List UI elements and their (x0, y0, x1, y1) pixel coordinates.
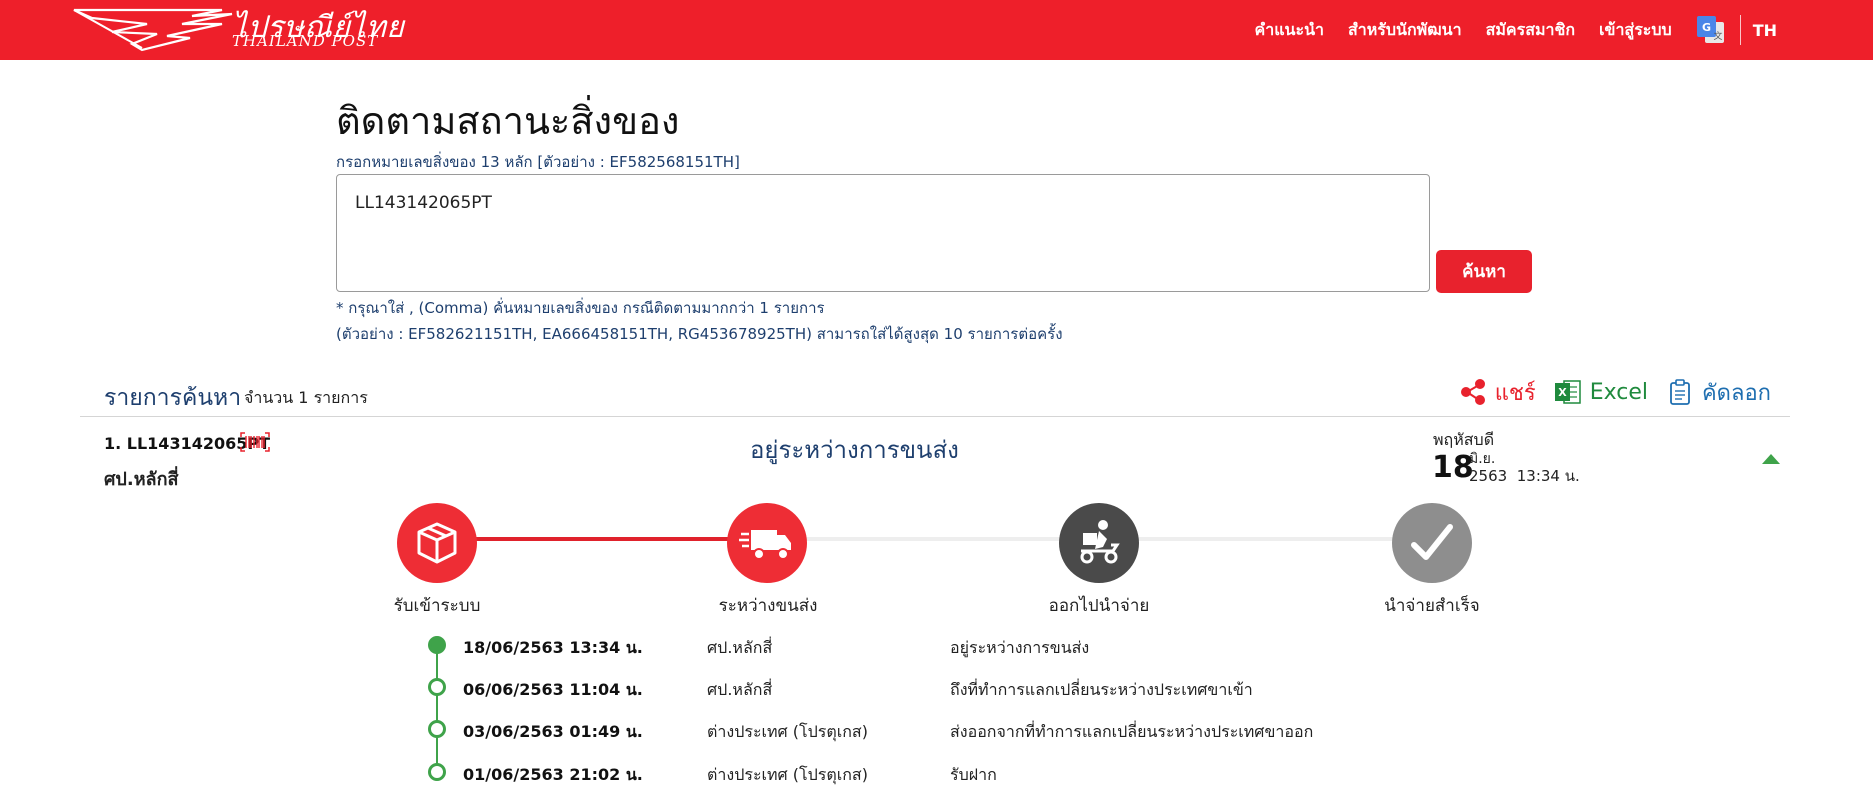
step-label-in-transit: ระหว่างขนส่ง (718, 596, 818, 616)
nav-developers[interactable]: สำหรับนักพัฒนา (1348, 18, 1462, 43)
item-office: ศป.หลักสี่ (104, 469, 179, 490)
copy-label: คัดลอก (1701, 380, 1771, 406)
checkmark-icon (1411, 524, 1453, 560)
event-place: ศป.หลักสี่ (707, 680, 773, 699)
svg-text:文: 文 (1713, 30, 1722, 42)
nav-login[interactable]: เข้าสู่ระบบ (1599, 18, 1672, 43)
share-icon (1460, 379, 1485, 405)
event-place: ศป.หลักสี่ (707, 638, 773, 657)
results-divider (80, 416, 1790, 417)
status-year: 2563 (1469, 467, 1508, 485)
package-icon (417, 522, 457, 564)
timeline-dot (428, 763, 446, 781)
results-title: รายการค้นหา (104, 385, 242, 411)
tracking-hint: กรอกหมายเลขสิ่งของ 13 หลัก [ตัวอย่าง : E… (336, 153, 740, 171)
top-navbar: ไปรษณีย์ไทย THAILAND POST คำแนะนำ สำหรับ… (0, 0, 1873, 60)
status-day: 18 (1432, 450, 1474, 485)
tracking-number-input[interactable] (336, 174, 1430, 292)
main-nav: คำแนะนำ สำหรับนักพัฒนา สมัครสมาชิก เข้าส… (1231, 0, 1777, 60)
event-datetime: 01/06/2563 21:02 น. (463, 765, 643, 784)
step-delivered (1392, 503, 1472, 583)
timeline-row: 01/06/2563 21:02 น. ต่างประเทศ (โปรตุเกส… (0, 763, 1873, 787)
excel-button[interactable]: X Excel (1554, 378, 1648, 406)
step-in-transit (727, 503, 807, 583)
search-button[interactable]: ค้นหา (1436, 250, 1532, 293)
timeline-row: 06/06/2563 11:04 น. ศป.หลักสี่ ถึงที่ทำก… (0, 678, 1873, 702)
google-translate-icon[interactable]: G 文 (1696, 15, 1726, 45)
clipboard-icon (1670, 379, 1690, 405)
language-switch[interactable]: TH (1753, 21, 1777, 40)
nav-separator (1739, 15, 1741, 45)
step-received (397, 503, 477, 583)
result-actions: แชร์ X Excel คัดลอก (1441, 374, 1771, 410)
results-count: จำนวน 1 รายการ (244, 388, 368, 407)
timeline-line (436, 645, 438, 773)
status-time: 13:34 น. (1516, 467, 1580, 485)
event-place: ต่างประเทศ (โปรตุเกส) (707, 765, 868, 784)
nav-register[interactable]: สมัครสมาชิก (1486, 18, 1575, 43)
timeline-dot (428, 720, 446, 738)
excel-label: Excel (1589, 379, 1648, 405)
event-description: อยู่ระหว่างการขนส่ง (950, 638, 1090, 657)
share-button[interactable]: แชร์ (1459, 375, 1536, 410)
collapse-triangle-icon[interactable] (1760, 452, 1782, 466)
step-label-delivered: นำจ่ายสำเร็จ (1384, 596, 1480, 616)
event-description: รับฝาก (950, 765, 997, 784)
share-label: แชร์ (1494, 380, 1536, 406)
event-datetime: 18/06/2563 13:34 น. (463, 638, 643, 657)
page-title: ติดตามสถานะสิ่งของ (336, 99, 680, 143)
timeline-dot (428, 678, 446, 696)
logo-text-english: THAILAND POST (232, 32, 379, 50)
event-place: ต่างประเทศ (โปรตุเกส) (707, 722, 868, 741)
event-description: ถึงที่ทำการแลกเปลี่ยนระหว่างประเทศขาเข้า (950, 680, 1253, 699)
delivery-scooter-icon (1080, 520, 1120, 564)
event-datetime: 03/06/2563 01:49 น. (463, 722, 643, 741)
delivery-truck-icon (739, 530, 791, 560)
step-label-out-for-delivery: ออกไปนำจ่าย (1048, 596, 1150, 616)
comma-note: * กรุณาใส่ , (Comma) คั่นหมายเลขสิ่งของ … (336, 299, 825, 317)
status-year-time: 2563 13:34 น. (1469, 464, 1580, 488)
barcode-icon[interactable] (240, 432, 270, 452)
item-status: อยู่ระหว่างการขนส่ง (750, 436, 959, 464)
copy-button[interactable]: คัดลอก (1666, 375, 1771, 410)
timeline-row: 18/06/2563 13:34 น. ศป.หลักสี่ อยู่ระหว่… (0, 636, 1873, 660)
timeline-dot-current (428, 636, 446, 654)
event-description: ส่งออกจากที่ทำการแลกเปลี่ยนระหว่างประเทศ… (950, 722, 1314, 741)
timeline-row: 03/06/2563 01:49 น. ต่างประเทศ (โปรตุเกส… (0, 720, 1873, 744)
nav-guide[interactable]: คำแนะนำ (1255, 18, 1324, 43)
example-note: (ตัวอย่าง : EF582621151TH, EA666458151TH… (336, 325, 1063, 343)
step-out-for-delivery (1059, 503, 1139, 583)
svg-text:X: X (1558, 386, 1567, 399)
svg-text:G: G (1702, 21, 1711, 34)
step-label-received: รับเข้าระบบ (393, 596, 481, 616)
progress-fill (437, 537, 769, 541)
excel-icon: X (1554, 380, 1581, 404)
event-datetime: 06/06/2563 11:04 น. (463, 680, 643, 699)
